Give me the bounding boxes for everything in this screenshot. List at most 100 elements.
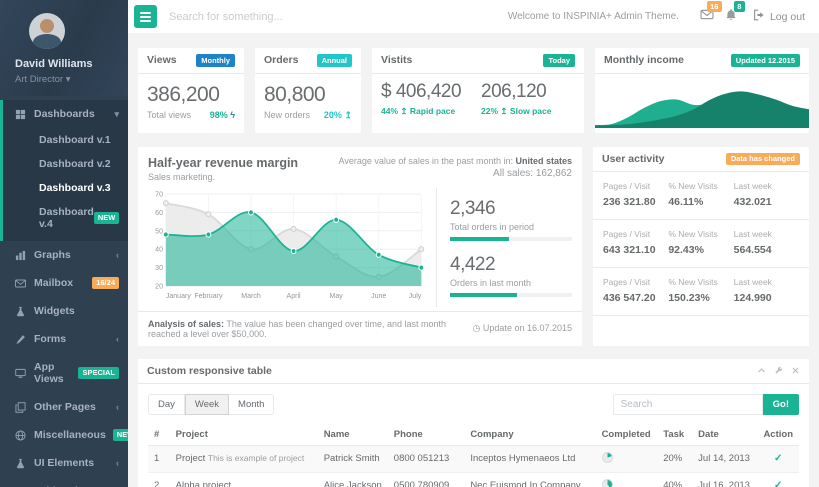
svg-text:May: May xyxy=(330,290,344,299)
sidebar: David Williams Art Director ▾ Dashboards… xyxy=(0,0,128,487)
caret-down-icon: ▾ xyxy=(66,74,71,85)
beaker-icon xyxy=(15,458,27,469)
visits-panel: Vistits Today $ 406,420 44% ↥ Rapid pace… xyxy=(372,48,584,133)
sidebar-subitem-dashboard-v-3[interactable]: Dashboard v.3 xyxy=(3,176,128,200)
ua-label: Last week xyxy=(734,181,799,191)
clock-icon: ◷ xyxy=(473,323,481,333)
alerts-button[interactable]: 8 xyxy=(725,8,737,26)
sidebar-item-dashboards[interactable]: Dashboards▾ xyxy=(3,100,128,128)
day-button[interactable]: Day xyxy=(148,394,185,415)
sidebar-item-widgets[interactable]: Widgets xyxy=(0,297,128,325)
logout-button[interactable]: Log out xyxy=(753,9,805,24)
chevron-left-icon: ‹ xyxy=(116,402,119,412)
messages-badge: 16 xyxy=(707,1,722,13)
views-panel: Views Monthly 386,200 Total views 98% ϟ xyxy=(138,48,244,133)
orders-value: 80,800 xyxy=(264,83,352,107)
orders-title: Orders xyxy=(264,54,298,66)
completed-pie-icon xyxy=(602,479,613,487)
new-badge: NEW xyxy=(94,212,120,224)
sidebar-section-dashboards: Dashboards▾Dashboard v.1Dashboard v.2Das… xyxy=(0,100,128,241)
ua-value: 124.990 xyxy=(734,292,799,304)
svg-text:February: February xyxy=(194,290,223,299)
svg-text:March: March xyxy=(241,290,261,299)
column-header-phone: Phone xyxy=(388,424,465,446)
ua-value: 564.554 xyxy=(734,244,799,256)
welcome-text: Welcome to INSPINIA+ Admin Theme. xyxy=(508,11,679,22)
collapse-icon[interactable] xyxy=(757,366,766,375)
views-badge: Monthly xyxy=(196,54,235,67)
ua-value: 236 321.80 xyxy=(603,196,668,208)
user-activity-row: Pages / Visit643 321.10% New Visits92.43… xyxy=(593,220,809,268)
menu-toggle-button[interactable] xyxy=(134,5,157,28)
close-icon[interactable] xyxy=(791,366,800,375)
all-sales: All sales: 162,862 xyxy=(339,168,572,179)
messages-button[interactable]: 16 xyxy=(700,8,714,26)
views-delta: 98% xyxy=(210,110,228,120)
flask-icon xyxy=(15,306,27,317)
wrench-icon[interactable] xyxy=(774,366,783,375)
svg-text:20: 20 xyxy=(155,281,163,290)
orders-label: New orders xyxy=(264,110,310,120)
column-header--: # xyxy=(148,424,170,446)
sidebar-item-miscellaneous[interactable]: MiscellaneousNEW xyxy=(0,421,128,449)
check-icon[interactable]: ✓ xyxy=(774,480,782,487)
table-search-input[interactable] xyxy=(613,394,763,415)
ua-value: 46.11% xyxy=(668,196,733,208)
ua-value: 643 321.10 xyxy=(603,244,668,256)
revenue-stat: 4,422Orders in last month xyxy=(450,254,572,297)
svg-text:70: 70 xyxy=(155,189,163,198)
user-activity-row: Pages / Visit236 321.80% New Visits46.11… xyxy=(593,172,809,220)
go-button[interactable]: Go! xyxy=(763,394,799,415)
sidebar-item-graphs[interactable]: Graphs‹ xyxy=(0,241,128,269)
visits-badge: Today xyxy=(543,54,575,67)
revenue-title: Half-year revenue margin xyxy=(148,156,298,170)
week-button[interactable]: Week xyxy=(185,394,229,415)
projects-table: #ProjectNamePhoneCompanyCompletedTaskDat… xyxy=(148,424,799,487)
orders-delta: 20% xyxy=(324,110,342,120)
column-header-name: Name xyxy=(318,424,388,446)
column-header-date: Date xyxy=(692,424,757,446)
ua-value: 432.021 xyxy=(734,196,799,208)
user-activity-badge: Data has changed xyxy=(726,153,800,166)
sidebar-nav: Dashboards▾Dashboard v.1Dashboard v.2Das… xyxy=(0,100,128,487)
svg-text:40: 40 xyxy=(155,244,163,253)
views-label: Total views xyxy=(147,110,191,120)
sidebar-subitem-dashboard-v-1[interactable]: Dashboard v.1 xyxy=(3,128,128,152)
sidebar-item-mailbox[interactable]: Mailbox16/24 xyxy=(0,269,128,297)
monitor-icon xyxy=(15,368,27,379)
ua-value: 436 547.20 xyxy=(603,292,668,304)
ua-label: Last week xyxy=(734,277,799,287)
completed-pie-icon xyxy=(602,452,613,463)
svg-text:60: 60 xyxy=(155,207,163,216)
table-row: 2Alpha projectAlice Jackson0500 780909Ne… xyxy=(148,472,799,487)
progress-bar xyxy=(450,237,572,241)
update-date: Update on 16.07.2015 xyxy=(483,323,572,333)
sidebar-item-forms[interactable]: Forms‹ xyxy=(0,325,128,353)
files-icon xyxy=(15,402,27,413)
search-input[interactable] xyxy=(169,11,508,23)
sign-out-icon xyxy=(753,9,765,24)
svg-text:January: January xyxy=(166,290,191,299)
sidebar-item-app-views[interactable]: App ViewsSPECIAL xyxy=(0,353,128,393)
avatar[interactable] xyxy=(29,13,65,49)
main-area: Welcome to INSPINIA+ Admin Theme. 16 8 L… xyxy=(128,0,819,487)
sidebar-subitem-dashboard-v-2[interactable]: Dashboard v.2 xyxy=(3,152,128,176)
monthly-income-panel: Monthly income Updated 12.2015 xyxy=(595,48,809,133)
monthly-income-chart xyxy=(595,74,809,133)
sidebar-subitem-dashboard-v-4[interactable]: Dashboard v.4NEW xyxy=(3,200,128,236)
user-role-dropdown[interactable]: Art Director ▾ xyxy=(15,74,128,85)
column-header-company: Company xyxy=(464,424,595,446)
sidebar-item-other-pages[interactable]: Other Pages‹ xyxy=(0,393,128,421)
check-icon[interactable]: ✓ xyxy=(774,453,782,464)
user-activity-title: User activity xyxy=(602,153,664,165)
orders-badge: Annual xyxy=(317,54,352,67)
user-activity-rows: Pages / Visit236 321.80% New Visits46.11… xyxy=(593,172,809,316)
sidebar-item-ui-elements[interactable]: UI Elements‹ xyxy=(0,449,128,477)
month-button[interactable]: Month xyxy=(229,394,274,415)
sidebar-item-grid-options[interactable]: Grid options xyxy=(0,477,128,487)
alerts-badge: 8 xyxy=(734,1,745,13)
ua-value: 150.23% xyxy=(668,292,733,304)
svg-text:April: April xyxy=(287,290,301,299)
bolt-icon: ϟ xyxy=(230,110,235,120)
sidebar-profile: David Williams Art Director ▾ xyxy=(0,0,128,96)
